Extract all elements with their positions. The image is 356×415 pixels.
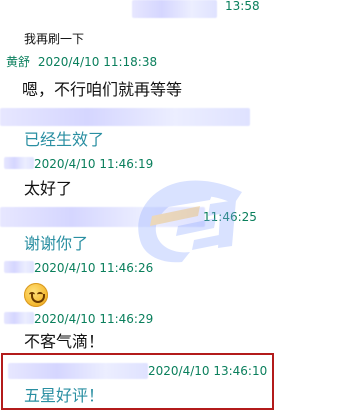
message-time: 11:46:25	[203, 210, 257, 224]
redacted-block	[0, 108, 250, 126]
smiley-emoji-icon	[24, 283, 48, 307]
message-text: 五星好评！	[24, 388, 104, 404]
chat-window: 13:58 我再刷一下 黄舒 2020/4/10 11:18:38 嗯，不行咱们…	[0, 0, 356, 415]
sender-name: 黄舒	[6, 55, 31, 69]
redacted-sender	[4, 312, 34, 324]
message-time: 2020/4/10 11:46:26	[34, 261, 154, 275]
message-header: 2020/4/10 13:46:10	[148, 365, 267, 377]
message-text: 太好了	[24, 181, 72, 197]
time-text: 11:46:25	[203, 210, 257, 224]
message-time: 2020/4/10 11:46:29	[34, 312, 154, 326]
message-header: 2020/4/10 11:46:29	[34, 313, 153, 325]
redacted-sender	[8, 363, 148, 379]
message-time: 2020/4/10 11:18:38	[37, 55, 158, 69]
redacted-sender	[4, 157, 34, 169]
message-time: 2020/4/10 11:46:19	[34, 157, 154, 171]
message-text-content: 已经生效了	[24, 130, 105, 149]
message-text: 谢谢你了	[24, 236, 88, 252]
message-text-content: 我再刷一下	[24, 32, 85, 46]
redacted-sender	[4, 261, 34, 273]
message-text-content: 太好了	[24, 179, 73, 198]
message-text-content: 谢谢你了	[24, 234, 89, 253]
message-header: 2020/4/10 11:46:26	[34, 262, 153, 274]
message-text: 嗯，不行咱们就再等等	[22, 82, 182, 98]
time-text: 13:58	[225, 0, 260, 13]
message-text: 已经生效了	[24, 132, 104, 148]
message-text-content: 五星好评！	[24, 386, 105, 405]
message-header: 2020/4/10 11:46:19	[34, 158, 153, 170]
message-text-content: 不客气滴！	[24, 332, 105, 351]
message-time: 13:58	[225, 0, 260, 12]
redacted-block	[0, 207, 205, 227]
message-text-content: 嗯，不行咱们就再等等	[22, 80, 183, 99]
message-text: 我再刷一下	[24, 33, 84, 45]
redacted-block	[132, 0, 217, 18]
message-header: 黄舒 2020/4/10 11:18:38	[6, 56, 157, 68]
message-time: 2020/4/10 13:46:10	[148, 364, 268, 378]
message-text: 不客气滴！	[24, 334, 104, 350]
